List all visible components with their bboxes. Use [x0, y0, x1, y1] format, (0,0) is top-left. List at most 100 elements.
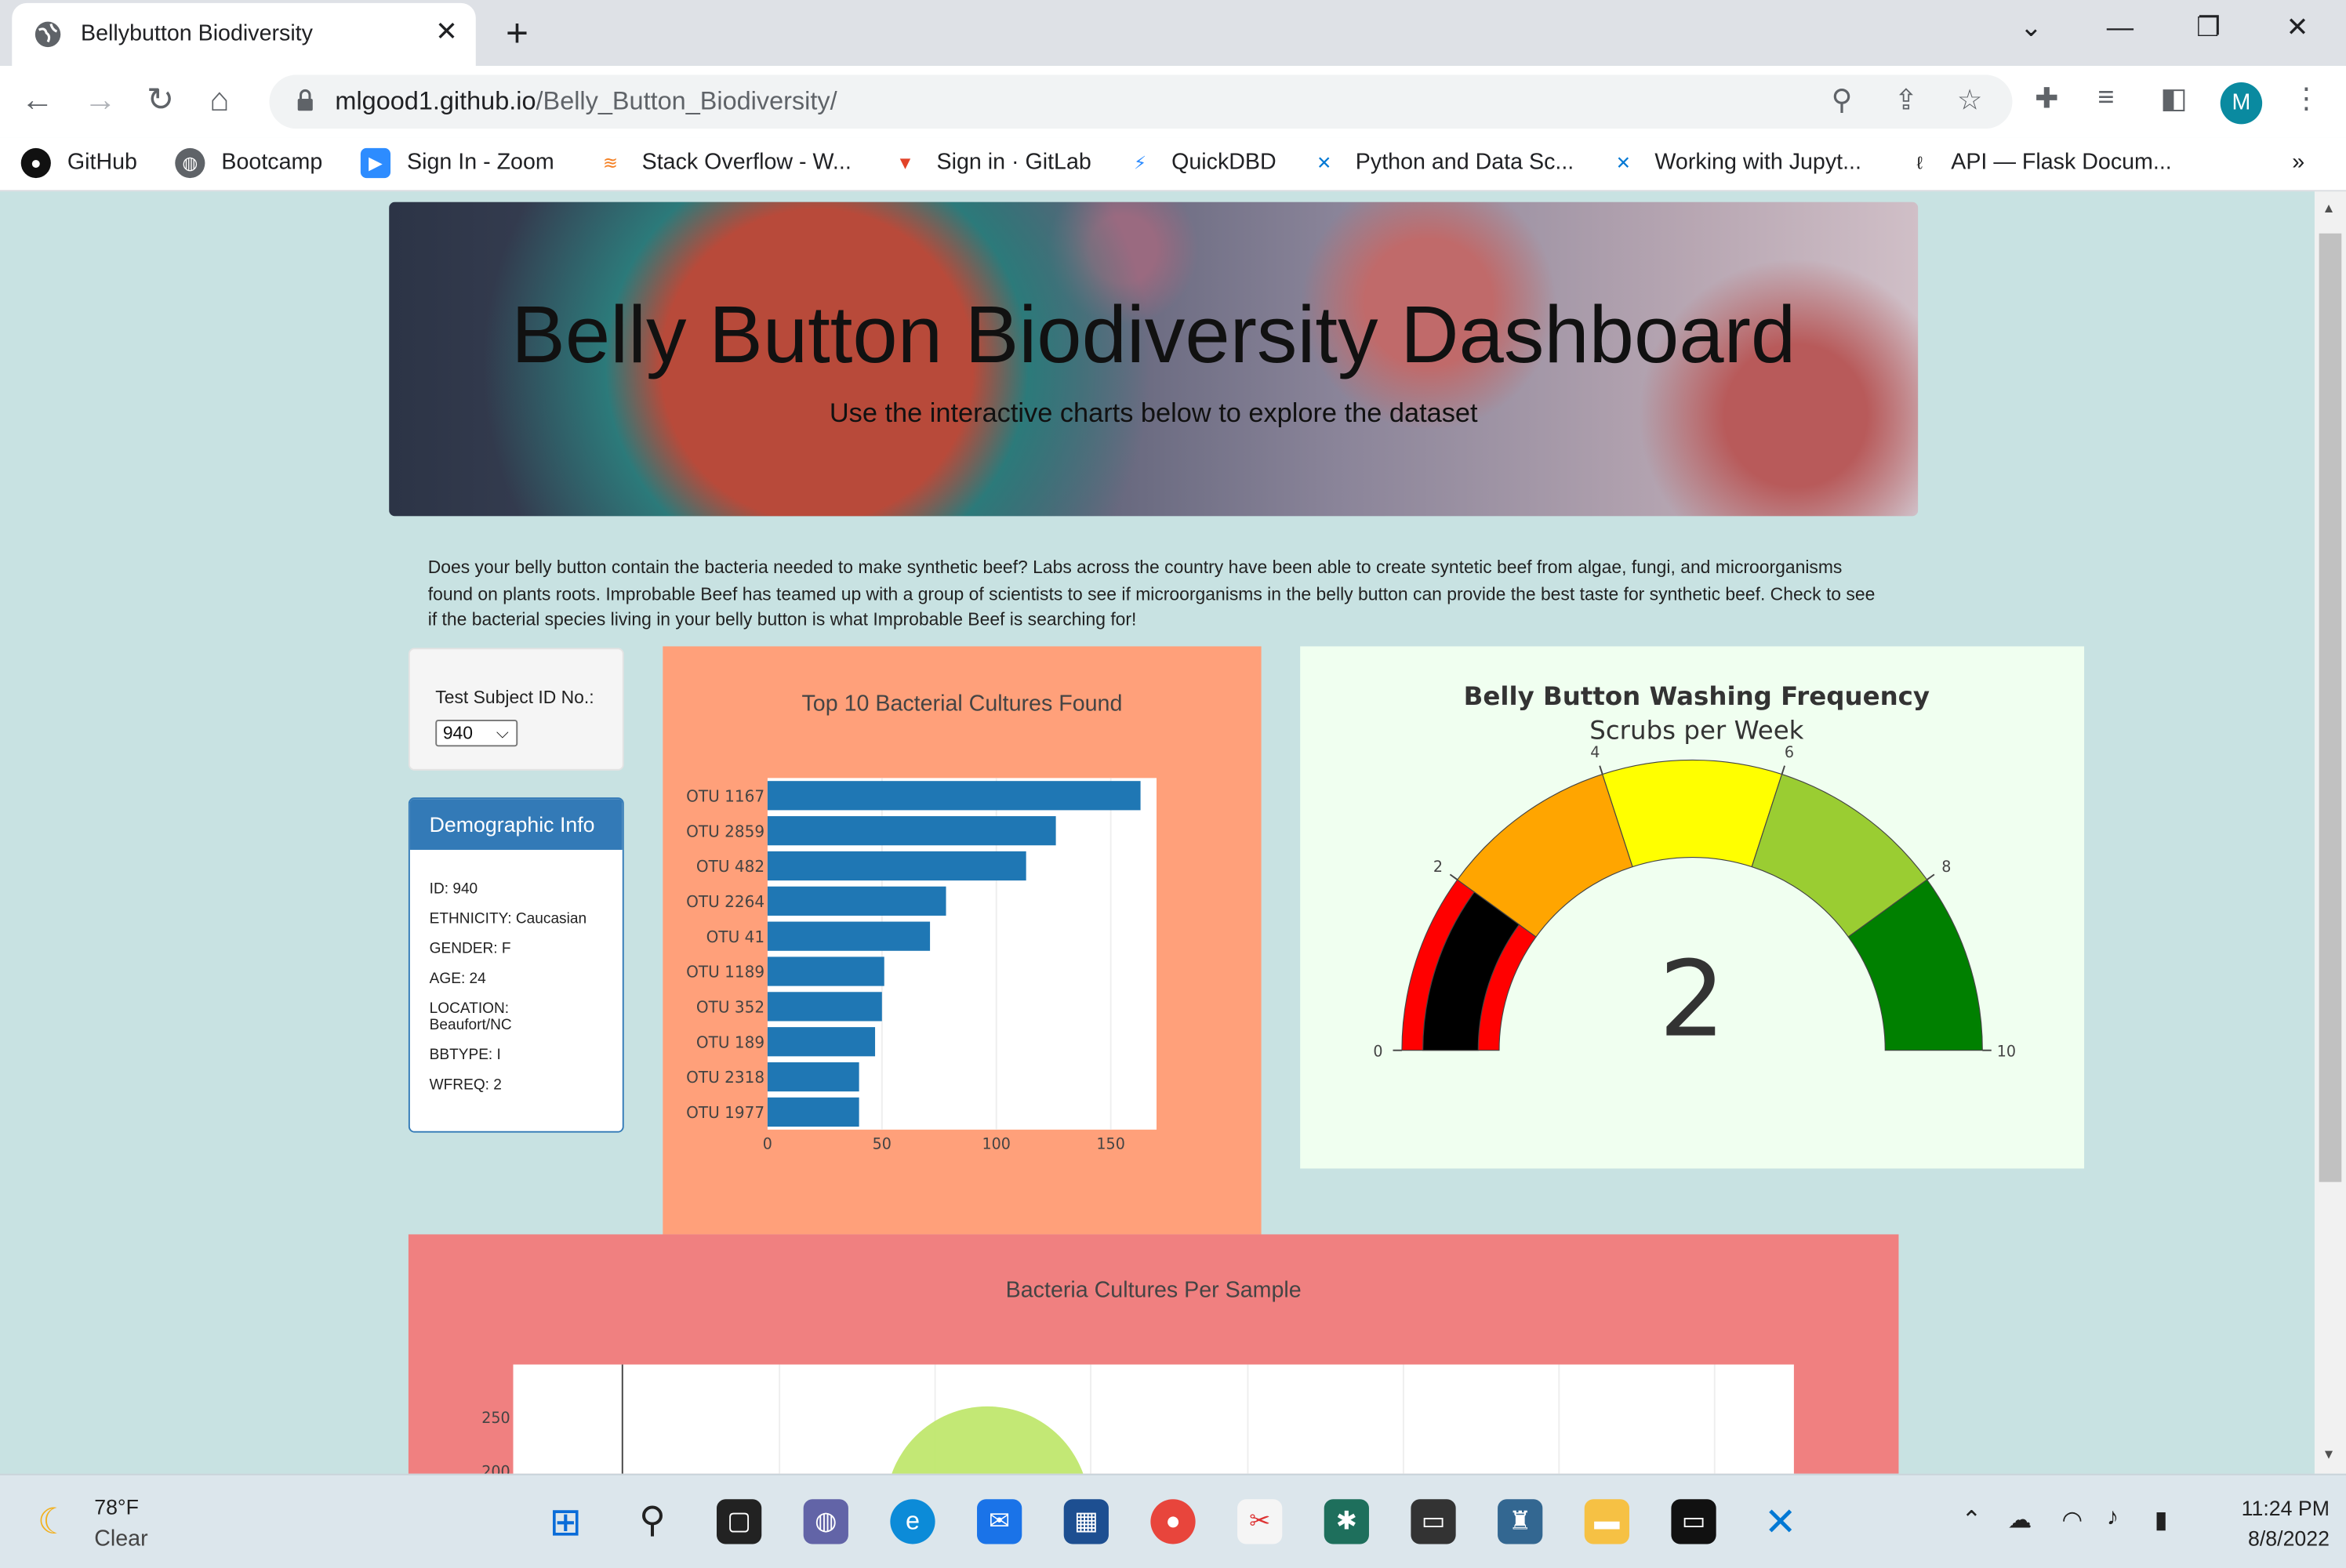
- bar-chart-panel: Top 10 Bacterial Cultures Found 0 50 100 15…: [663, 646, 1262, 1235]
- side-panel-icon[interactable]: ◧: [2160, 82, 2187, 117]
- weather-condition[interactable]: Clear: [94, 1526, 147, 1552]
- gauge-tick: [1449, 873, 1458, 880]
- bookmark-zoom[interactable]: Sign In - Zoom: [407, 150, 554, 175]
- tab-title: Bellybutton Biodiversity: [81, 20, 313, 47]
- scroll-down-icon[interactable]: ▼: [2322, 1446, 2335, 1461]
- home-icon[interactable]: ⌂: [209, 81, 229, 120]
- bar-chart[interactable]: 0 50 100 150 OTU 1167 OTU 2859 OTU 482 OTU 2264…: [663, 646, 1261, 1234]
- browser-toolbar: ← → ↻ ⌂ mlgood1.github.io/Belly_Button_B…: [0, 65, 2346, 138]
- bookmark-quickdbd[interactable]: QuickDBD: [1171, 150, 1276, 175]
- store-icon[interactable]: ▦: [1063, 1499, 1109, 1544]
- chrome-icon[interactable]: ●: [1150, 1499, 1196, 1544]
- edge-icon[interactable]: e: [890, 1499, 935, 1544]
- subject-id-value: 940: [442, 722, 474, 744]
- zoom-icon[interactable]: ⚲: [1832, 84, 1853, 118]
- gauge-tick: [1599, 765, 1603, 775]
- bookmark-flask[interactable]: API — Flask Docum...: [1951, 150, 2172, 175]
- y-tick-label: 200: [481, 1464, 510, 1474]
- bookmarks-bar: ● GitHub ◍ Bootcamp ▶ Sign In - Zoom ≋ S…: [0, 137, 2346, 192]
- y-tick-label: 250: [481, 1410, 510, 1427]
- gitlab-icon: ▼: [896, 152, 914, 174]
- file-explorer-icon[interactable]: ▬: [1584, 1499, 1629, 1544]
- screen: Bellybutton Biodiversity ✕ + ⌄ — ❐ ✕ ← →…: [0, 0, 2346, 1568]
- gauge-tick-label: 8: [1941, 858, 1951, 876]
- bookmark-gitlab[interactable]: Sign in · GitLab: [937, 150, 1091, 175]
- bar-otu-352: [767, 992, 882, 1022]
- tab-close-icon[interactable]: ✕: [435, 16, 458, 48]
- search-icon[interactable]: ⚲: [630, 1499, 674, 1544]
- bookmarks-overflow-icon[interactable]: »: [2292, 150, 2304, 175]
- bubble-chart[interactable]: 250 200: [409, 1234, 1899, 1474]
- tab-search-icon[interactable]: ⌄: [2020, 12, 2043, 43]
- bookmark-jupyter[interactable]: Working with Jupyt...: [1654, 150, 1861, 175]
- onedrive-icon[interactable]: ☁: [2008, 1505, 2032, 1535]
- browser-tab[interactable]: Bellybutton Biodiversity ✕: [12, 2, 476, 66]
- bar-otu-482: [767, 851, 1026, 881]
- tray-overflow-icon[interactable]: ⌃: [1962, 1505, 1982, 1535]
- gauge-tick-label: 4: [1590, 744, 1600, 761]
- gauge-chart[interactable]: 0 2 4 6 8 10 2: [1300, 646, 2084, 1168]
- extensions-icon[interactable]: ✚: [2035, 82, 2058, 117]
- vscode-taskbar-icon[interactable]: ✕: [1758, 1499, 1803, 1544]
- scroll-up-icon[interactable]: ▲: [2322, 201, 2335, 216]
- globe-icon: ◍: [175, 147, 205, 179]
- bookmark-github[interactable]: GitHub: [67, 150, 137, 175]
- bar-otu-189: [767, 1027, 876, 1057]
- x-tick-label: 150: [1096, 1136, 1124, 1153]
- reload-icon[interactable]: ↻: [147, 81, 174, 120]
- url-text: mlgood1.github.io/Belly_Button_Biodivers…: [335, 87, 837, 117]
- url-path: /Belly_Button_Biodiversity/: [536, 86, 837, 115]
- mail-icon[interactable]: ✉: [977, 1499, 1022, 1544]
- address-bar[interactable]: mlgood1.github.io/Belly_Button_Biodivers…: [269, 74, 2013, 129]
- y-tick-label: OTU 1189: [686, 963, 764, 982]
- clock-date: 8/8/2022: [2248, 1526, 2330, 1551]
- gauge-tick-label: 6: [1785, 744, 1794, 761]
- menu-icon[interactable]: ⋮: [2292, 82, 2320, 117]
- back-icon[interactable]: ←: [21, 81, 54, 120]
- bar-otu-1977: [767, 1097, 859, 1127]
- gauge-tick: [1781, 765, 1785, 775]
- scrollbar-thumb[interactable]: [2319, 233, 2342, 1182]
- reading-list-icon[interactable]: ≡: [2097, 82, 2114, 115]
- gauge-value: 2: [1659, 938, 1726, 1061]
- demographic-panel-title: Demographic Info: [409, 799, 623, 850]
- snipping-tool-icon[interactable]: ✂: [1237, 1499, 1283, 1544]
- system-clock[interactable]: 11:24 PM 8/8/2022: [2210, 1494, 2330, 1553]
- window-close-icon[interactable]: ✕: [2286, 12, 2309, 43]
- demographic-list: ID: 940 ETHNICITY: Caucasian GENDER: F A…: [410, 850, 623, 1094]
- bar-otu-2859: [767, 816, 1056, 846]
- task-view-icon[interactable]: ▢: [717, 1499, 762, 1544]
- bookmark-star-icon[interactable]: ☆: [1957, 84, 1983, 118]
- x-tick-label: 0: [763, 1136, 772, 1153]
- zoom-video-icon: ▶: [360, 147, 391, 179]
- y-tick-label: OTU 2859: [686, 822, 764, 840]
- new-tab-button[interactable]: +: [506, 10, 528, 56]
- chat-icon[interactable]: ◍: [803, 1499, 848, 1544]
- y-tick-label: OTU 41: [706, 927, 764, 946]
- share-icon[interactable]: ⇪: [1894, 84, 1918, 118]
- minimize-icon[interactable]: —: [2107, 12, 2134, 43]
- terminal-icon[interactable]: ▭: [1411, 1499, 1456, 1544]
- moon-icon: ☾: [37, 1502, 70, 1543]
- forward-icon[interactable]: →: [84, 81, 117, 120]
- bookmark-python[interactable]: Python and Data Sc...: [1356, 150, 1574, 175]
- bookmark-bootcamp[interactable]: Bootcamp: [221, 150, 322, 175]
- battery-icon[interactable]: ▮: [2155, 1505, 2168, 1535]
- volume-icon[interactable]: ♪: [2107, 1505, 2119, 1532]
- y-tick-label: OTU 2264: [686, 892, 764, 911]
- postgres-icon[interactable]: ♜: [1498, 1499, 1543, 1544]
- page-scrollbar[interactable]: ▲ ▼: [2314, 191, 2346, 1474]
- taskbar: ☾ 78°F Clear ⊞ ⚲ ▢ ◍ e ✉ ▦ ● ✂ ✱ ▭ ♜ ▬ ▭…: [0, 1473, 2346, 1568]
- page-title: Belly Button Biodiversity Dashboard: [511, 290, 1796, 380]
- restore-icon[interactable]: ❐: [2196, 12, 2221, 43]
- bookmark-stackoverflow[interactable]: Stack Overflow - W...: [642, 150, 852, 175]
- windows-start-icon[interactable]: ⊞: [543, 1499, 588, 1544]
- profile-avatar[interactable]: M: [2220, 82, 2263, 125]
- slack-icon[interactable]: ✱: [1324, 1499, 1369, 1544]
- bubble-chart-panel: Bacteria Cultures Per Sample 250 200: [408, 1234, 1899, 1474]
- wifi-icon[interactable]: ◠: [2061, 1505, 2083, 1535]
- y-tick-label: OTU 1167: [686, 786, 764, 805]
- subject-id-select[interactable]: 940 ⌵: [435, 719, 518, 747]
- weather-temperature[interactable]: 78°F: [94, 1494, 139, 1519]
- command-prompt-icon[interactable]: ▭: [1671, 1499, 1716, 1544]
